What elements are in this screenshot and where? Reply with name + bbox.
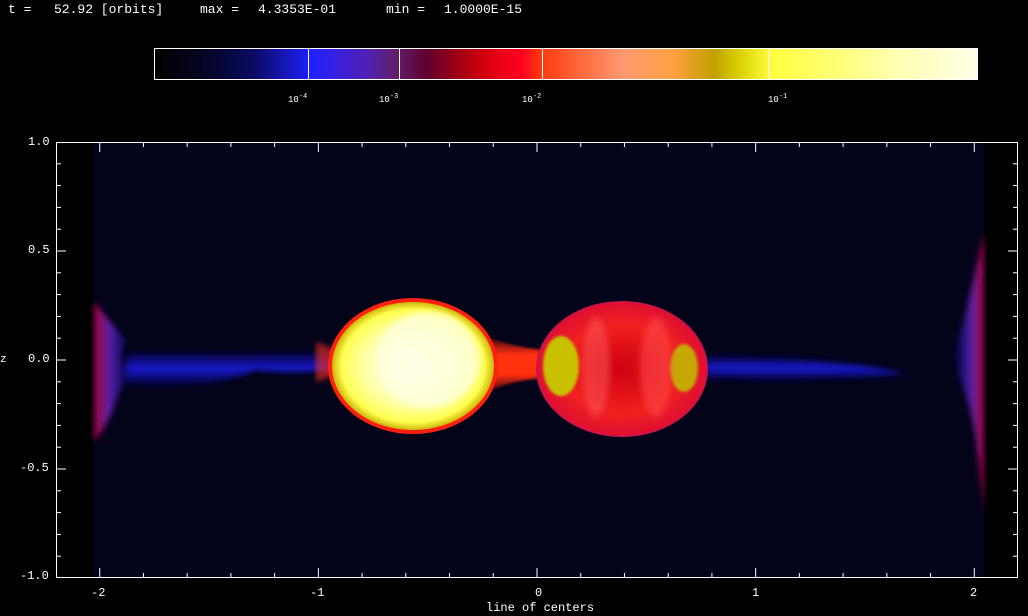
- colorbar: [154, 48, 978, 80]
- left-star-hot-center: [376, 312, 480, 408]
- density-plot: [56, 142, 1018, 578]
- right-star-inner-lobe-left: [543, 336, 579, 396]
- xtick-label: 0: [535, 586, 543, 600]
- min-label: min =: [386, 2, 426, 17]
- xtick-label: 2: [970, 586, 978, 600]
- ytick-label: -0.5: [20, 461, 49, 475]
- colorbar-label-1e-3: 10-3: [379, 93, 399, 105]
- ytick-label: 0.5: [28, 243, 50, 257]
- time-value: 52.92 [orbits]: [54, 2, 164, 17]
- ytick-label: -1.0: [20, 569, 49, 583]
- right-star-band: [640, 317, 672, 417]
- colorbar-label-1e-1: 10-1: [768, 93, 788, 105]
- colorbar-tick: [399, 49, 400, 79]
- min-value: 1.0000E-15: [444, 2, 523, 17]
- colorbar-label-1e-2: 10-2: [522, 93, 542, 105]
- ytick-label: 0.0: [28, 352, 50, 366]
- right-star-band: [582, 317, 610, 417]
- colorbar-label-1e-4: 10-4: [288, 93, 308, 105]
- density-field: [56, 142, 1018, 578]
- max-label: max =: [200, 2, 240, 17]
- max-value: 4.3353E-01: [258, 2, 337, 17]
- xtick-label: 1: [752, 586, 760, 600]
- colorbar-tick: [542, 49, 543, 79]
- y-axis-label: z: [0, 354, 7, 366]
- right-star-inner-lobe-right: [670, 344, 698, 392]
- colorbar-tick: [308, 49, 309, 79]
- xtick-label: -2: [91, 586, 106, 600]
- time-label: t =: [8, 2, 32, 17]
- x-axis-label: line of centers: [486, 601, 595, 615]
- xtick-label: -1: [310, 586, 325, 600]
- ytick-label: 1.0: [28, 135, 50, 149]
- colorbar-tick: [768, 49, 769, 79]
